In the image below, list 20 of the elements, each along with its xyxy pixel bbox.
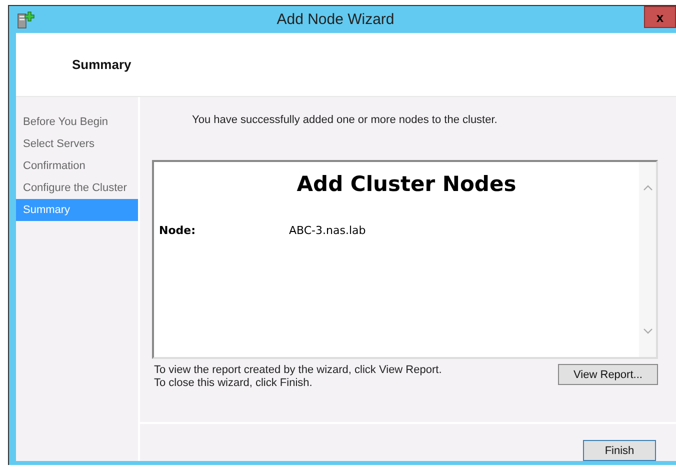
window-title: Add Node Wizard xyxy=(276,11,396,28)
step-item[interactable]: Before You Begin xyxy=(16,111,138,133)
step-item[interactable]: Confirmation xyxy=(16,155,138,177)
page-title: Summary xyxy=(72,57,132,72)
report-value: ABC-3.nas.lab xyxy=(289,224,366,237)
report-title: Add Cluster Nodes xyxy=(296,172,518,196)
step-item[interactable]: Configure the Cluster xyxy=(16,177,138,199)
view-report-button[interactable]: View Report... xyxy=(558,364,658,385)
report-label: Node: xyxy=(158,224,196,237)
hint-text: To view the report created by the wizard, click View Report. xyxy=(154,364,443,377)
success-message: You have successfully added one or more nodes to the cluster. xyxy=(192,114,498,126)
close-button[interactable]: x xyxy=(644,6,676,28)
step-item[interactable]: Summary xyxy=(16,199,138,221)
step-item[interactable]: Select Servers xyxy=(16,133,138,155)
finish-button[interactable]: Finish xyxy=(583,440,656,461)
scrollbar[interactable] xyxy=(639,162,656,357)
server-add-icon xyxy=(17,10,35,28)
hint-text: To close this wizard, click Finish. xyxy=(154,377,314,390)
scroll-up-icon[interactable] xyxy=(642,184,652,191)
scroll-down-icon[interactable] xyxy=(642,328,652,335)
